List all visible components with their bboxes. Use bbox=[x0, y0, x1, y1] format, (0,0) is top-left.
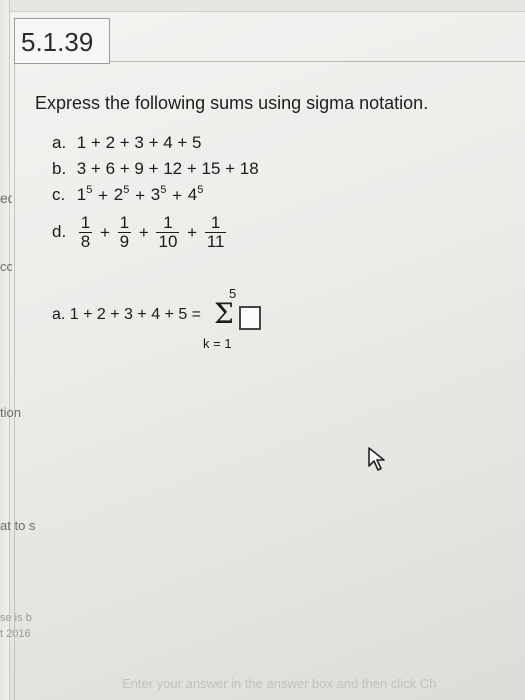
fraction-numerator: 1 bbox=[210, 213, 221, 232]
problem-a-expression: 1 + 2 + 3 + 4 + 5 bbox=[76, 133, 202, 152]
adjacent-panel-fragment: t 2016 bbox=[0, 628, 31, 640]
plus-sign: + bbox=[135, 185, 145, 205]
problem-c-base: 3 bbox=[150, 185, 161, 204]
problem-c-label: c. bbox=[52, 185, 66, 204]
answer-prompt: a. 1 + 2 + 3 + 4 + 5 = bbox=[52, 306, 202, 323]
plus-sign: + bbox=[98, 185, 108, 205]
answer-input-box[interactable] bbox=[239, 306, 261, 330]
adjacent-panel-fragment: ed bbox=[0, 190, 12, 206]
fraction-numerator: 1 bbox=[119, 213, 130, 232]
adjacent-panel-fragment: se is b bbox=[0, 612, 32, 624]
plus-sign: + bbox=[187, 222, 198, 242]
question-instruction: Express the following sums using sigma n… bbox=[35, 93, 429, 113]
problem-c-exponent: 5 bbox=[123, 184, 130, 196]
problem-a: a. 1 + 2 + 3 + 4 + 5 bbox=[52, 133, 202, 153]
header-rule bbox=[110, 61, 525, 62]
problem-c-base: 1 bbox=[76, 185, 87, 204]
fraction-numerator: 1 bbox=[80, 213, 91, 232]
fraction-denominator: 8 bbox=[78, 232, 93, 251]
answer-instruction-hint: Enter your answer in the answer box and … bbox=[122, 676, 437, 691]
sigma-symbol: Σ bbox=[214, 297, 234, 330]
problem-d: d. 1 8 + 1 9 + 1 10 + 1 11 bbox=[52, 214, 228, 251]
fraction: 1 8 bbox=[78, 213, 93, 251]
plus-sign: + bbox=[172, 185, 182, 205]
adjacent-panel-fragment: at to s bbox=[0, 518, 36, 533]
mouse-pointer-icon bbox=[368, 447, 385, 471]
fraction-denominator: 10 bbox=[156, 232, 180, 251]
question-number-box: 5.1.39 bbox=[14, 18, 110, 64]
adjacent-panel-fragment: cor bbox=[0, 259, 12, 274]
panel-divider bbox=[14, 64, 15, 700]
plus-sign: + bbox=[138, 222, 149, 242]
problem-b: b. 3 + 6 + 9 + 12 + 15 + 18 bbox=[52, 159, 259, 179]
problem-c: c. 15 + 25 + 35 + 45 bbox=[52, 184, 203, 206]
problem-b-label: b. bbox=[52, 159, 67, 178]
problem-a-label: a. bbox=[52, 133, 67, 152]
problem-d-label: d. bbox=[52, 221, 67, 241]
adjacent-panel-fragment: tion bbox=[0, 405, 21, 420]
problem-b-expression: 3 + 6 + 9 + 12 + 15 + 18 bbox=[76, 159, 259, 178]
adjacent-panel-edge bbox=[0, 0, 10, 700]
fraction-numerator: 1 bbox=[163, 213, 173, 232]
fraction: 1 9 bbox=[117, 213, 132, 251]
fraction-denominator: 11 bbox=[204, 232, 227, 251]
window-top-edge bbox=[0, 0, 525, 12]
fraction-denominator: 9 bbox=[117, 232, 132, 251]
problem-c-exponent: 5 bbox=[86, 184, 93, 196]
problem-c-base: 4 bbox=[187, 185, 198, 204]
fraction: 1 11 bbox=[204, 213, 227, 251]
problem-c-base: 2 bbox=[113, 185, 124, 204]
fraction: 1 10 bbox=[156, 213, 180, 251]
problem-c-exponent: 5 bbox=[160, 184, 167, 196]
problem-c-exponent: 5 bbox=[197, 184, 204, 196]
plus-sign: + bbox=[99, 222, 110, 242]
question-number: 5.1.39 bbox=[21, 27, 94, 57]
sigma-lower-limit: k = 1 bbox=[203, 336, 232, 351]
